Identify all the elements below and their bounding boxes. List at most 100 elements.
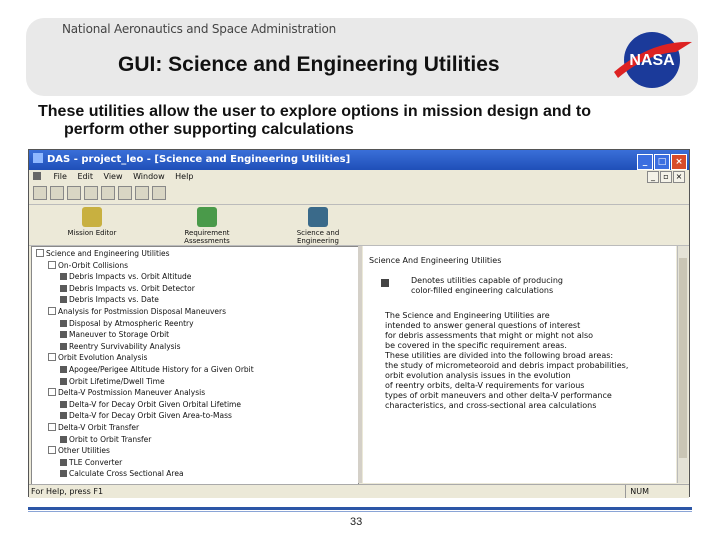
window-controls: _ □ ×: [636, 152, 687, 172]
document-icon: [33, 172, 41, 180]
utility-icon: [60, 319, 67, 327]
tree-folder-item[interactable]: Other Utilities: [48, 446, 110, 456]
tree-leaf-item[interactable]: Delta-V for Decay Orbit Given Orbital Li…: [60, 400, 241, 410]
tree-leaf-item[interactable]: Reentry Survivability Analysis: [60, 342, 181, 352]
calculator-icon: [381, 279, 389, 287]
tree-leaf-item[interactable]: Disposal by Atmospheric Reentry: [60, 319, 194, 329]
menu-view[interactable]: View: [104, 172, 123, 181]
tree-item-label: Reentry Survivability Analysis: [69, 341, 181, 351]
expand-toggle-icon[interactable]: [48, 388, 56, 397]
requirement-assessments-label: Requirement Assessments: [184, 229, 230, 245]
copy-icon[interactable]: [118, 186, 132, 200]
tree-folder-item[interactable]: Analysis for Postmission Disposal Maneuv…: [48, 307, 226, 317]
expand-toggle-icon[interactable]: [48, 260, 56, 269]
new-icon[interactable]: [33, 186, 47, 200]
app-icon: [33, 153, 43, 163]
tree-root-item[interactable]: Science and Engineering Utilities: [36, 249, 170, 259]
tree-item-label: Analysis for Postmission Disposal Maneuv…: [58, 307, 227, 316]
expand-toggle-icon[interactable]: [48, 446, 56, 455]
legend-line: color-filled engineering calculations: [411, 286, 554, 295]
tree-item-label: TLE Converter: [69, 457, 123, 467]
footer-rule: [28, 507, 692, 510]
open-icon[interactable]: [50, 186, 64, 200]
tree-item-label: Calculate Cross Sectional Area: [69, 469, 184, 479]
pane-body-line: types of orbit maneuvers and other delta…: [385, 391, 612, 400]
mission-editor-button[interactable]: Mission Editor: [67, 207, 117, 237]
tree-leaf-item[interactable]: TLE Converter: [60, 458, 122, 468]
agency-name: National Aeronautics and Space Administr…: [62, 22, 337, 36]
tree-leaf-item[interactable]: Debris Impacts vs. Orbit Detector: [60, 284, 195, 294]
scrollbar-thumb[interactable]: [679, 258, 687, 458]
tree-folder-item[interactable]: Orbit Evolution Analysis: [48, 353, 147, 363]
expand-toggle-icon[interactable]: [48, 353, 56, 362]
utility-icon: [60, 296, 67, 304]
menu-edit[interactable]: Edit: [77, 172, 93, 181]
nasa-logo: NASA: [614, 32, 692, 88]
utility-icon: [60, 377, 67, 385]
grid-icon[interactable]: [152, 186, 166, 200]
tree-item-label: Delta-V for Decay Orbit Given Area-to-Ma…: [69, 411, 232, 421]
tree-item-label: Debris Impacts vs. Date: [69, 295, 159, 305]
mdi-close-icon[interactable]: ×: [673, 171, 685, 183]
tree-item-label: Delta-V Orbit Transfer: [58, 423, 140, 432]
description-pane: Science And Engineering Utilities Denote…: [363, 246, 676, 483]
slide-subtitle: These utilities allow the user to explor…: [38, 103, 688, 139]
expand-toggle-icon[interactable]: [48, 423, 56, 431]
utilities-tree[interactable]: Science and Engineering Utilities On-Orbi…: [31, 246, 359, 485]
status-help-text: For Help, press F1: [31, 487, 104, 496]
science-engineering-button[interactable]: Science and Engineering: [275, 207, 361, 245]
tree-item-label: Apogee/Perigee Altitude History for a Gi…: [69, 365, 254, 374]
pane-body-line: the study of micrometeoroid and debris i…: [385, 361, 629, 370]
pane-body-line: of reentry orbits, delta-V requirements …: [385, 381, 585, 390]
minimize-icon[interactable]: _: [637, 154, 653, 170]
utility-icon: [60, 412, 67, 420]
maximize-icon[interactable]: □: [654, 154, 670, 170]
print-icon[interactable]: [84, 186, 98, 200]
mdi-minimize-icon[interactable]: _: [647, 171, 659, 183]
expand-toggle-icon[interactable]: [48, 307, 56, 315]
logo-text: NASA: [629, 52, 675, 69]
status-num-indicator: NUM: [625, 485, 649, 498]
menu-window[interactable]: Window: [133, 172, 165, 181]
cut-icon[interactable]: [101, 186, 115, 200]
tree-leaf-item[interactable]: Calculate Cross Sectional Area: [60, 469, 184, 479]
menu-help[interactable]: Help: [175, 172, 193, 181]
tree-folder-item[interactable]: Delta-V Orbit Transfer: [48, 423, 139, 433]
expand-toggle-icon[interactable]: [36, 249, 44, 257]
paste-icon[interactable]: [135, 186, 149, 200]
tree-leaf-item[interactable]: Debris Impacts vs. Date: [60, 295, 159, 305]
close-icon[interactable]: ×: [671, 154, 687, 170]
pane-body-line: be covered in the specific requirement a…: [385, 341, 567, 350]
tree-leaf-item[interactable]: Delta-V for Decay Orbit Given Area-to-Ma…: [60, 411, 232, 421]
mdi-restore-icon[interactable]: ▫: [660, 171, 672, 183]
mission-editor-label: Mission Editor: [67, 229, 117, 237]
tree-leaf-item[interactable]: Maneuver to Storage Orbit: [60, 330, 169, 340]
requirement-assessments-button[interactable]: Requirement Assessments: [167, 207, 247, 245]
utility-icon: [60, 435, 67, 443]
pane-body-line: characteristics, and cross-sectional are…: [385, 401, 597, 410]
tree-item-label: Orbit Lifetime/Dwell Time: [69, 376, 165, 386]
pane-body-line: for debris assessments that might or mig…: [385, 331, 594, 340]
tree-leaf-item[interactable]: Debris Impacts vs. Orbit Altitude: [60, 272, 191, 282]
toolbar: [33, 185, 169, 201]
utility-icon: [60, 331, 67, 339]
pane-heading: Science And Engineering Utilities: [369, 256, 502, 265]
window-title: DAS - project_leo - [Science and Enginee…: [47, 154, 351, 165]
pane-splitter[interactable]: [358, 246, 362, 483]
subtitle-line-2: perform other supporting calculations: [64, 121, 354, 138]
tree-folder-item[interactable]: On-Orbit Collisions: [48, 260, 128, 271]
window-titlebar[interactable]: DAS - project_leo - [Science and Enginee…: [29, 150, 689, 170]
tree-item-label: Delta-V Postmission Maneuver Analysis: [58, 388, 206, 398]
pane-body-line: intended to answer general questions of …: [385, 321, 581, 330]
tree-leaf-item[interactable]: Orbit Lifetime/Dwell Time: [60, 377, 165, 387]
vertical-scrollbar[interactable]: [677, 246, 688, 483]
tree-leaf-item[interactable]: Orbit to Orbit Transfer: [60, 435, 151, 445]
tree-leaf-item[interactable]: Apogee/Perigee Altitude History for a Gi…: [60, 365, 254, 375]
page-number: 33: [350, 516, 363, 528]
save-icon[interactable]: [67, 186, 81, 200]
tree-item-label: Debris Impacts vs. Orbit Detector: [69, 283, 195, 293]
menu-file[interactable]: File: [54, 172, 67, 181]
app-window: DAS - project_leo - [Science and Enginee…: [28, 149, 690, 498]
pane-body: The Science and Engineering Utilities ar…: [385, 311, 665, 411]
tree-folder-item[interactable]: Delta-V Postmission Maneuver Analysis: [48, 388, 205, 398]
